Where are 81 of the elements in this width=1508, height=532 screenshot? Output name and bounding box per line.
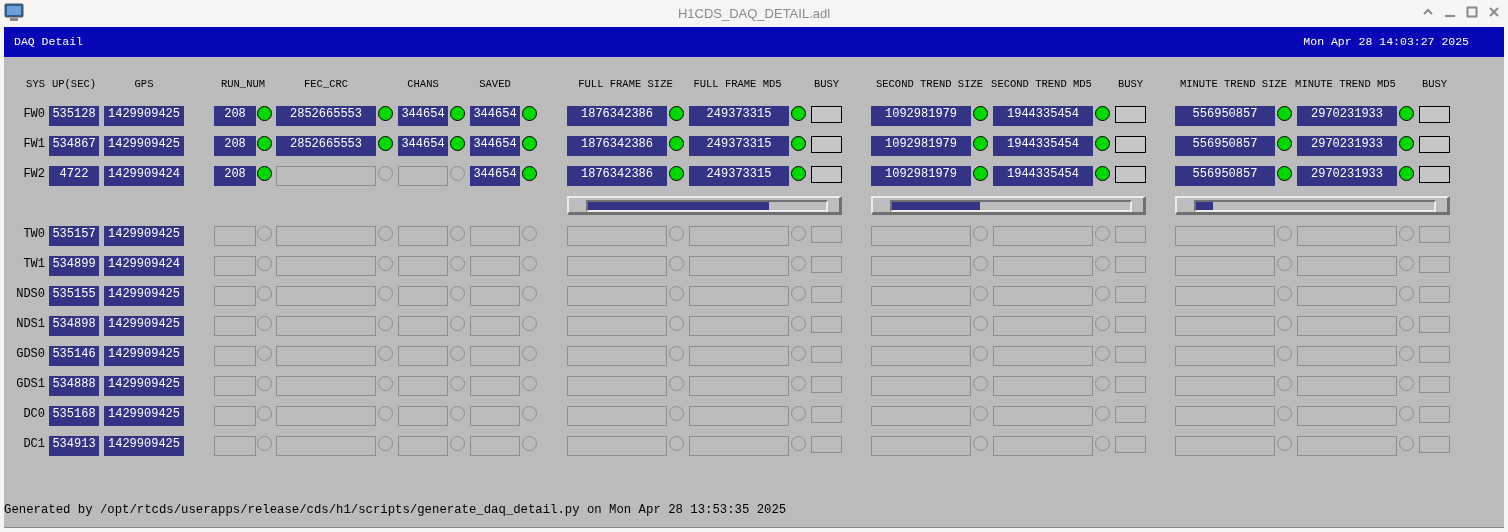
value-field: 208 [214,136,256,156]
row-label: TW1 [22,256,45,273]
value-field: 1429909425 [104,406,184,426]
value-field: 4722 [49,166,99,186]
value-field: 1092981979 [871,136,971,156]
value-field: 1944335454 [993,136,1093,156]
value-field: 344654 [398,136,448,156]
value-field: 1876342386 [567,136,667,156]
value-field: 2970231933 [1297,106,1397,126]
value-field: 1092981979 [871,106,971,126]
screen-title: DAQ Detail [14,34,83,51]
value-field: 249373315 [689,166,789,186]
column-header: UP(SEC) [50,77,98,91]
column-header: CHANS [406,77,440,91]
column-header: MINUTE TREND SIZE [1178,77,1289,91]
row-label: DC1 [22,436,45,453]
value-field: 1429909424 [104,166,184,186]
value-field: 1429909424 [104,256,184,276]
maximize-icon[interactable] [1466,6,1478,18]
value-field: 1429909425 [104,286,184,306]
column-header: GPS [133,77,155,91]
value-field: 1429909425 [104,226,184,246]
value-field: 535168 [49,406,99,426]
value-field: 1944335454 [993,106,1093,126]
timestamp: Mon Apr 28 14:03:27 2025 [1303,34,1469,51]
value-field: 535128 [49,106,99,126]
row-label: DC0 [22,406,45,423]
column-header: BUSY [1420,77,1449,91]
value-field: 1092981979 [871,166,971,186]
value-field: 535146 [49,346,99,366]
value-field: 1429909425 [104,136,184,156]
value-field: 208 [214,106,256,126]
value-field: 556950857 [1175,166,1275,186]
value-field: 344654 [470,136,520,156]
value-field: 2852665553 [276,106,376,126]
row-label: FW2 [22,166,45,183]
value-field: 249373315 [689,106,789,126]
value-field: 344654 [398,106,448,126]
value-field: 535155 [49,286,99,306]
row-label: FW1 [22,136,45,153]
window-title: H1CDS_DAQ_DETAIL.adl [677,6,831,21]
value-field: 208 [214,166,256,186]
column-header: SYS [25,77,45,91]
column-header: SAVED [478,77,512,91]
value-field: 1944335454 [993,166,1093,186]
row-label: TW0 [22,226,45,243]
value-field: 1429909425 [104,316,184,336]
column-header: FEC_CRC [302,77,350,91]
monitor-icon [4,3,24,22]
row-label: GDS1 [15,376,45,393]
column-header: RUN_NUM [219,77,267,91]
value-field: 2852665553 [276,136,376,156]
value-field: 556950857 [1175,106,1275,126]
row-label: GDS0 [15,346,45,363]
value-field: 344654 [470,106,520,126]
column-header: SECOND TREND SIZE [874,77,985,91]
row-label: FW0 [22,106,45,123]
value-field: 1429909425 [104,346,184,366]
row-label: NDS0 [15,286,45,303]
close-icon[interactable] [1488,6,1500,18]
value-field: 534867 [49,136,99,156]
value-field: 2970231933 [1297,166,1397,186]
value-field: 1429909425 [104,106,184,126]
value-field: 1876342386 [567,166,667,186]
value-field: 534913 [49,436,99,456]
column-header: BUSY [812,77,841,91]
column-header: BUSY [1116,77,1145,91]
value-field: 344654 [470,166,520,186]
footer-text: Generated by /opt/rtcds/userapps/release/cds/h1/scripts/generate_daq_detail.py on Mon Apr 28 13:53:35 2025 [4,501,787,519]
value-field: 534899 [49,256,99,276]
value-field: 556950857 [1175,136,1275,156]
row-label: NDS1 [15,316,45,333]
value-field: 249373315 [689,136,789,156]
column-header: FULL FRAME SIZE [577,77,674,91]
value-field: 535157 [49,226,99,246]
value-field: 1429909425 [104,376,184,396]
value-field: 534898 [49,316,99,336]
value-field: 1876342386 [567,106,667,126]
value-field: 534888 [49,376,99,396]
value-field: 2970231933 [1297,136,1397,156]
value-field: 1429909425 [104,436,184,456]
